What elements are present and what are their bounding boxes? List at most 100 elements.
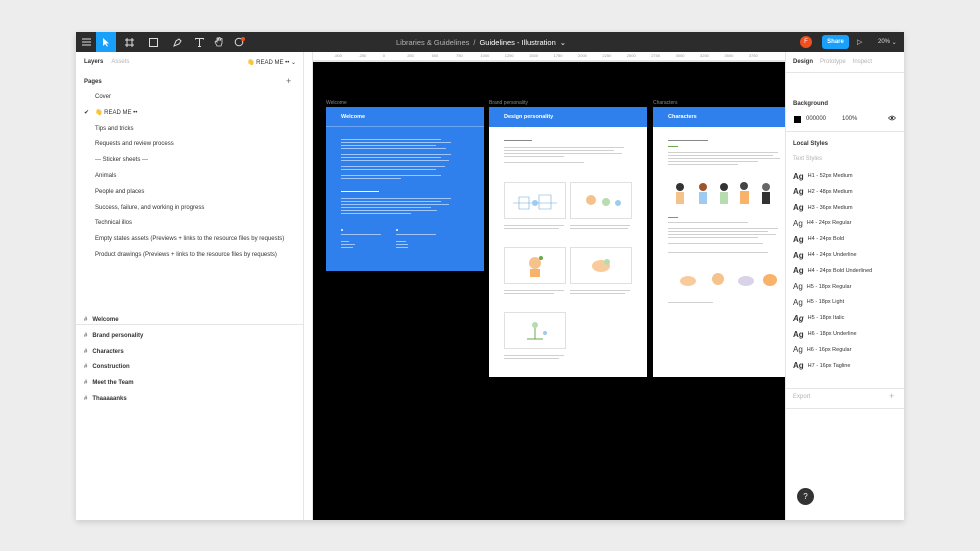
tab-design[interactable]: Design [793,59,813,65]
breadcrumb-project[interactable]: Libraries & Guidelines [396,38,469,47]
add-export-icon[interactable]: + [889,392,894,401]
text-style-item[interactable]: Ag H4 - 24px Regular [793,217,851,229]
page-item[interactable]: Cover [84,91,111,103]
ruler-tick: 1000 [480,53,490,58]
page-item[interactable]: Requests and review process [84,138,174,150]
layer-item[interactable]: # Meet the Team [84,377,134,389]
illustration-card [504,182,566,219]
tab-layers[interactable]: Layers [84,59,103,65]
layer-item[interactable]: # Thaaaaanks [84,393,127,405]
hand-tool-icon[interactable] [212,32,226,52]
shape-tool-icon[interactable] [144,32,162,52]
frame-label-characters[interactable]: Characters [653,100,677,106]
text-line [668,228,778,229]
page-item[interactable]: Empty states assets (Previews + links to… [84,233,284,245]
local-styles-header: Local Styles [793,141,829,147]
share-button[interactable]: Share [822,35,849,49]
text-line [504,162,584,163]
text-line [341,142,451,143]
page-item[interactable]: ✔ 👋 READ ME •• [84,107,137,119]
frame-brand-personality[interactable]: Design personality [489,107,647,377]
top-ruler: -500 -250 0 250 500 750 1000 1250 1500 1750 2000 22… [304,52,785,61]
frame-label-brand-personality[interactable]: Brand personality [489,100,528,106]
comment-tool-icon[interactable] [232,32,246,52]
text-line [341,178,401,179]
chevron-down-icon[interactable]: ⌄ [560,38,566,47]
text-tool-icon[interactable] [192,32,206,52]
text-style-item[interactable]: Ag H7 - 16px Tagline [793,360,850,372]
tab-assets[interactable]: Assets [111,59,129,65]
text-style-preview: Ag [793,361,804,371]
pen-tool-icon[interactable] [168,32,186,52]
canvas[interactable]: -500 -250 0 250 500 750 1000 1250 1500 1750 2000 22… [304,52,785,520]
ruler-tick: 1750 [553,53,563,58]
ruler-tick: 3500 [724,53,734,58]
page-item[interactable]: Animals [84,170,116,182]
current-page-select[interactable]: 👋 READ ME •• ⌄ [247,59,296,66]
background-opacity-input[interactable]: 100% [842,116,857,122]
text-style-item[interactable]: Ag H5 - 18px Regular [793,281,851,293]
text-style-item[interactable]: Ag H4 - 24px Bold Underlined [793,265,872,277]
frame-characters[interactable]: Characters [653,107,785,377]
text-line [396,244,408,245]
text-style-preview: Ag [793,171,804,181]
text-style-label: H4 - 24px Regular [806,220,852,227]
help-button[interactable]: ? [797,488,814,505]
illustration-card [504,312,566,349]
text-line [570,293,625,294]
current-page-label: 👋 READ ME •• [247,60,290,66]
ruler-tick: 500 [431,53,439,58]
text-line [570,228,628,229]
page-item-label: Tips and tricks [95,125,134,132]
layer-item[interactable]: # Construction [84,361,130,373]
tab-inspect[interactable]: Inspect [853,59,872,65]
text-style-item[interactable]: Ag H4 - 24px Underline [793,249,857,261]
background-hex-input[interactable]: 000000 [806,116,826,122]
text-style-item[interactable]: Ag H3 - 36px Medium [793,202,853,214]
eye-icon[interactable] [888,115,896,121]
text-style-item[interactable]: Ag H1 - 52px Medium [793,170,853,182]
breadcrumb: Libraries & Guidelines / Guidelines - Il… [396,32,566,52]
ruler-tick: 3000 [675,53,685,58]
frame-label-welcome[interactable]: Welcome [326,100,347,106]
move-tool-icon[interactable] [96,32,116,52]
illustration-card [570,247,632,284]
layer-item[interactable]: # Brand personality [84,330,143,342]
text-style-item[interactable]: Ag H5 - 18px Italic [793,312,844,324]
background-swatch[interactable] [794,116,801,123]
ruler-tick: 2750 [651,53,661,58]
page-item[interactable]: Product drawings (Previews + links to th… [84,249,277,261]
main-menu-icon[interactable] [76,32,96,52]
text-style-item[interactable]: Ag H6 - 18px Underline [793,328,857,340]
tab-prototype[interactable]: Prototype [820,59,846,65]
text-line [341,175,441,176]
text-style-item[interactable]: Ag H6 - 16px Regular [793,344,851,356]
page-item[interactable]: --- Sticker sheets --- [84,154,148,166]
layer-item[interactable]: # Characters [84,346,124,358]
avatar[interactable]: F [800,36,812,48]
play-icon[interactable]: ▷ [857,32,862,52]
ruler-tick: -250 [358,53,367,58]
text-line [341,234,381,235]
text-line [341,201,441,202]
breadcrumb-file[interactable]: Guidelines - Illustration [479,38,555,47]
text-style-item[interactable]: Ag H2 - 48px Medium [793,186,853,198]
page-item[interactable]: Technical illos [84,217,132,229]
add-page-icon[interactable]: + [286,77,291,86]
page-item[interactable]: Tips and tricks [84,123,133,135]
frame-welcome[interactable]: Welcome [326,107,484,271]
text-style-item[interactable]: Ag H4 - 24px Bold [793,233,844,245]
frame-tool-icon[interactable] [120,32,138,52]
page-item[interactable]: People and places [84,186,144,198]
text-style-label: H3 - 36px Medium [807,204,853,211]
zoom-select[interactable]: 20% ⌄ [878,32,897,52]
layer-item[interactable]: # Welcome [84,314,119,326]
text-style-item[interactable]: Ag H5 - 18px Light [793,296,844,308]
text-style-label: H5 - 18px Light [806,299,845,306]
text-line [396,234,436,235]
text-style-preview: Ag [793,329,804,339]
text-line [668,155,773,156]
page-item[interactable]: Success, failure, and working in progres… [84,202,204,214]
layer-item-label: Meet the Team [92,380,134,387]
canvas-area[interactable]: Welcome Brand personality Characters Wel… [313,62,785,520]
